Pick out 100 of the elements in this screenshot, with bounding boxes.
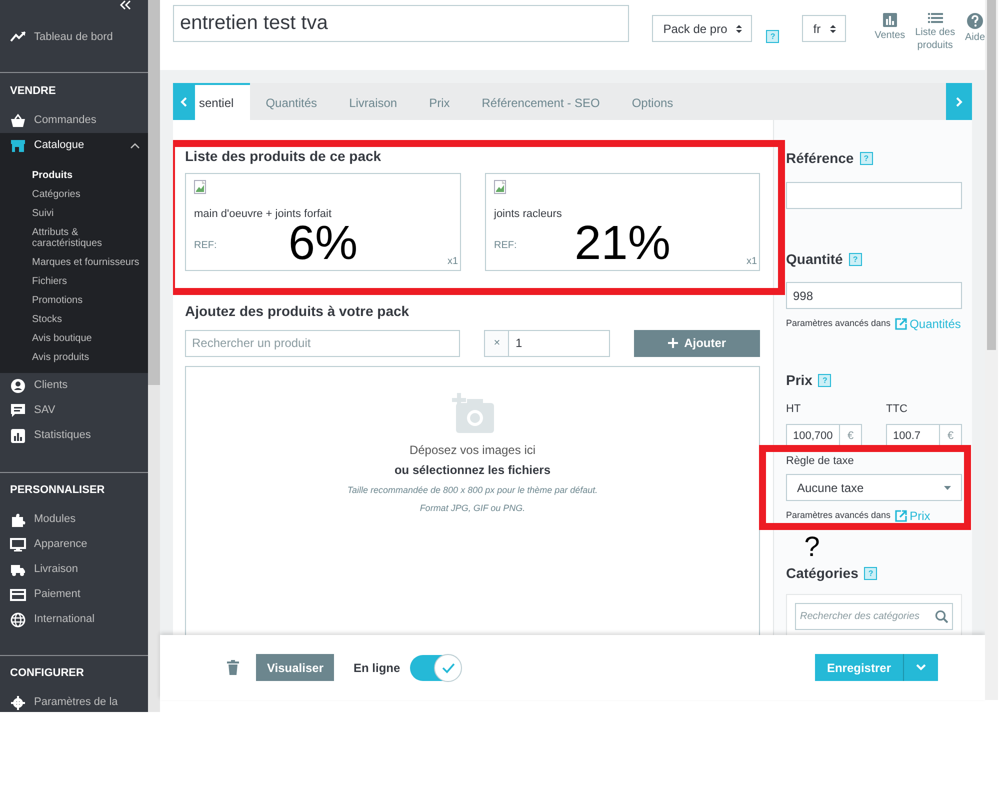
monitor-icon xyxy=(10,536,26,552)
submenu-item[interactable]: Produits xyxy=(32,166,148,185)
add-button[interactable]: Ajouter xyxy=(634,330,760,357)
sidebar-item[interactable]: Commandes xyxy=(0,108,148,133)
scroll-left-button[interactable] xyxy=(173,83,195,120)
size-hint: Taille recommandée de 800 x 800 px pour le thème par défaut. xyxy=(347,484,598,497)
chat-icon xyxy=(10,402,26,418)
sidebar-item[interactable]: International xyxy=(0,607,148,632)
dropzone-text: Déposez vos images ici xyxy=(409,442,536,459)
sidebar-item[interactable]: Paramètres de la xyxy=(0,690,148,712)
submenu-item[interactable]: Stocks xyxy=(32,310,148,329)
search-icon xyxy=(935,610,948,623)
external-link-icon xyxy=(894,510,907,522)
submenu-item[interactable]: Attributs & caractéristiques xyxy=(32,223,148,253)
submenu-item[interactable]: Promotions xyxy=(32,291,148,310)
search-field[interactable]: Rechercher un produit xyxy=(185,330,460,357)
section-heading: VENDRE xyxy=(9,84,57,99)
submenu-item[interactable]: Suivi xyxy=(32,204,148,223)
ref-label: REF: xyxy=(494,239,517,254)
tab[interactable]: Prix xyxy=(413,83,466,120)
chevron-left-icon xyxy=(180,96,188,106)
add-photo-icon xyxy=(452,392,494,433)
submenu-item[interactable]: Avis produits xyxy=(32,348,148,367)
chevron-down-icon xyxy=(916,664,926,671)
toolbar-button[interactable]: Liste des produits xyxy=(913,13,957,52)
hint-text: Paramètres avancés dans xyxy=(786,317,891,330)
format-hint: Format JPG, GIF ou PNG. xyxy=(420,502,526,516)
scrollbar[interactable] xyxy=(985,0,998,700)
broken-image-icon xyxy=(194,180,206,194)
sidebar-item[interactable]: SAV xyxy=(0,398,148,423)
user-icon xyxy=(10,378,26,394)
sidebar-item[interactable]: Statistiques xyxy=(0,423,148,448)
basket-icon xyxy=(10,112,26,128)
product-name-field[interactable]: entretien test tva xyxy=(173,5,630,42)
scroll-right-button[interactable] xyxy=(946,83,972,120)
sidebar-item[interactable]: Paiement xyxy=(0,582,148,607)
tab[interactable]: Livraison xyxy=(333,83,414,120)
chevron-right-icon xyxy=(955,96,963,106)
submenu-item[interactable]: Fichiers xyxy=(32,272,148,291)
submenu-item[interactable]: Avis boutique xyxy=(32,329,148,348)
check-icon xyxy=(442,662,455,674)
quantity-input[interactable]: 998 xyxy=(786,282,962,309)
sort-icon xyxy=(828,24,837,34)
online-toggle[interactable] xyxy=(410,654,460,680)
section-heading: CONFIGURER xyxy=(9,666,85,681)
save-options-button[interactable] xyxy=(903,654,938,681)
sidebar-item[interactable]: Modules xyxy=(0,507,148,532)
section-heading: Ajoutez des produits à votre pack xyxy=(185,302,410,320)
ref-label: REF: xyxy=(194,239,217,254)
field-label: HT xyxy=(786,402,802,417)
card-icon xyxy=(10,586,26,602)
dropdown-caret-icon xyxy=(944,486,951,490)
field-label: Règle de taxe xyxy=(786,454,855,468)
submenu-item[interactable]: Catégories xyxy=(32,185,148,204)
preview-button[interactable]: Visualiser xyxy=(256,654,334,681)
annotation-text: ? xyxy=(804,530,820,562)
sidebar-item[interactable]: Apparence xyxy=(0,532,148,557)
toolbar-button[interactable]: Ventes xyxy=(874,13,906,52)
section-heading: Prix xyxy=(786,371,812,390)
product-type-select[interactable]: Pack de pro xyxy=(652,15,752,42)
tax-rule-select[interactable]: Aucune taxe xyxy=(786,474,962,501)
product-name: joints racleurs xyxy=(494,206,563,222)
chart-icon xyxy=(10,428,26,444)
reference-field[interactable] xyxy=(786,182,962,209)
tab[interactable]: sentiel xyxy=(195,83,250,120)
section-heading: Catégories xyxy=(786,564,858,583)
tab[interactable]: Options xyxy=(616,83,690,120)
puzzle-icon xyxy=(10,512,26,528)
toolbar-button[interactable]: Aide xyxy=(964,13,985,52)
broken-image-icon xyxy=(494,180,506,194)
section-heading: Liste des produits de ce pack xyxy=(185,148,382,165)
section-heading: PERSONNALISER xyxy=(9,483,106,498)
scrollbar[interactable] xyxy=(148,0,160,712)
plus-icon xyxy=(668,338,678,348)
annotation-text: 21% xyxy=(574,218,671,270)
select-files-link[interactable]: ou sélectionnez les fichiers xyxy=(394,460,551,479)
globe-icon xyxy=(10,612,26,628)
quantity-label: x1 xyxy=(447,254,458,269)
tab[interactable]: Référencement - SEO xyxy=(466,83,616,120)
quantity-label: x1 xyxy=(746,254,757,269)
category-search-field[interactable]: Rechercher des catégories xyxy=(795,603,953,630)
store-icon xyxy=(10,138,26,154)
delete-button[interactable] xyxy=(227,660,239,675)
sidebar-item[interactable]: Tableau de bord xyxy=(0,22,148,52)
online-label: En ligne xyxy=(353,660,400,676)
sidebar-item[interactable]: Catalogue xyxy=(0,133,148,158)
field-label: TTC xyxy=(886,402,908,417)
tab[interactable]: Quantités xyxy=(250,83,334,120)
list-icon xyxy=(928,13,943,23)
quantity-field[interactable]: × 1 xyxy=(484,330,610,357)
sort-icon xyxy=(735,24,744,34)
sidebar-item[interactable]: Clients xyxy=(0,373,148,398)
submenu-item[interactable]: Marques et fournisseurs xyxy=(32,253,148,272)
external-link-icon xyxy=(894,318,907,330)
language-select[interactable]: fr xyxy=(802,15,846,42)
collapse-icon[interactable] xyxy=(118,0,132,10)
sidebar-item[interactable]: Livraison xyxy=(0,557,148,582)
hint-text: Paramètres avancés dans xyxy=(786,509,891,522)
chart-icon xyxy=(882,13,897,27)
section-heading: Référence xyxy=(786,149,854,168)
